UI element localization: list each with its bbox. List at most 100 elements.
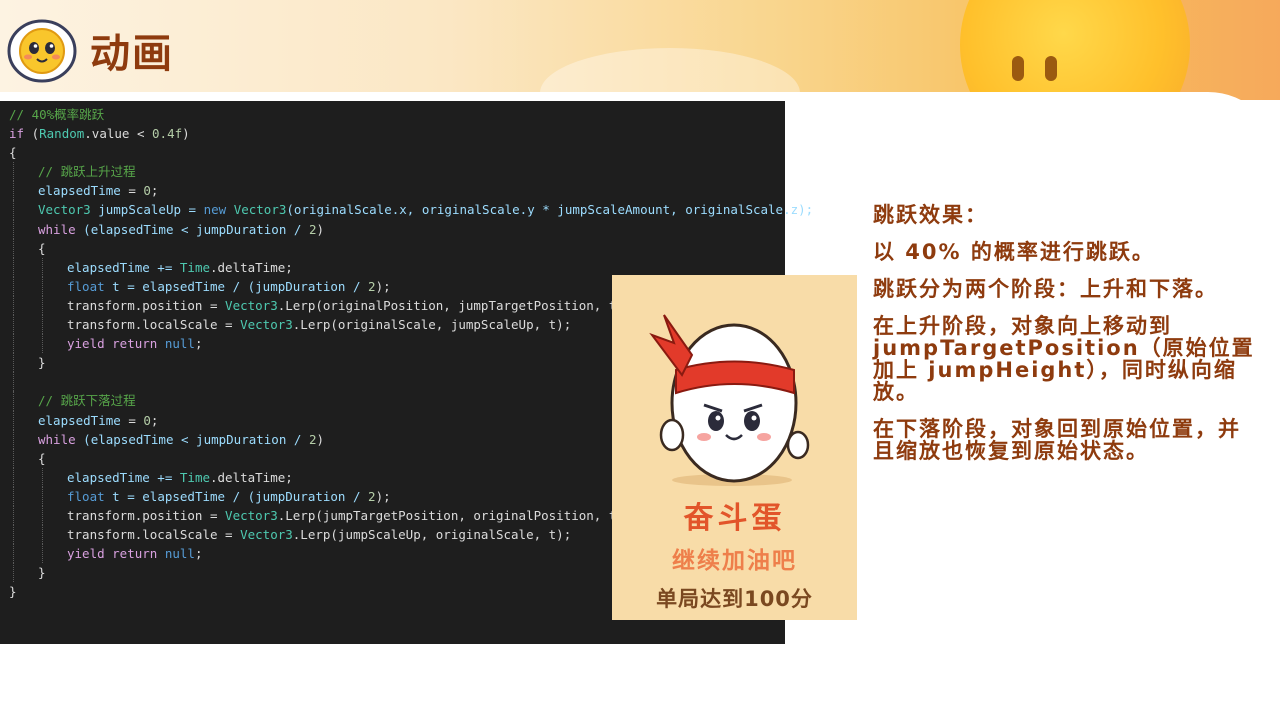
egg-caption-goal: 单局达到100分 <box>656 587 813 611</box>
code-token: ) <box>182 126 190 142</box>
egg-character-icon <box>649 314 810 486</box>
code-token: ; <box>150 412 159 428</box>
code-token: Vector3 <box>225 297 278 313</box>
indent-guide <box>13 429 14 449</box>
code-token: (elapsedTime < jumpDuration / <box>75 431 309 447</box>
code-token: Vector3 <box>225 507 278 523</box>
code-token: 2 <box>368 488 376 504</box>
description-text: 跳跃效果： 以 40% 的概率进行跳跃。 跳跃分为两个阶段：上升和下落。 在上升… <box>873 204 1258 477</box>
code-token: transform.position = <box>67 507 226 523</box>
code-token: t = elapsedTime / (jumpDuration / <box>104 488 369 504</box>
page-title: 动画 <box>90 31 174 77</box>
code-token: .Lerp(jumpScaleUp, originalScale, t); <box>292 527 572 543</box>
code-token: elapsedTime += <box>67 469 180 485</box>
code-token: (elapsedTime < jumpDuration / <box>75 221 309 237</box>
indent-guide <box>42 467 43 487</box>
egg-caption-sub: 继续加油吧 <box>672 548 797 574</box>
mascot-left-eye <box>1012 56 1024 81</box>
code-token: // 跳跃上升过程 <box>38 164 136 180</box>
code-token: .Lerp(originalScale, jumpScaleUp, t); <box>292 317 572 333</box>
code-token: transform.position = <box>67 297 226 313</box>
code-token: Vector3 <box>240 317 293 333</box>
code-token: jumpScaleUp = <box>90 202 204 218</box>
indent-guide <box>13 334 14 354</box>
code-token: } <box>38 565 46 581</box>
indent-guide <box>13 505 14 526</box>
code-token: ( <box>24 126 40 142</box>
indent-guide <box>13 372 14 392</box>
indent-guide <box>13 486 14 506</box>
indent-guide <box>42 315 43 335</box>
code-token: while <box>38 431 76 447</box>
indent-guide <box>13 257 14 277</box>
code-token: Vector3 <box>38 202 91 218</box>
code-line: { <box>9 143 813 162</box>
code-token: elapsedTime += <box>67 259 180 275</box>
indent-guide <box>42 505 43 526</box>
indent-guide <box>13 295 14 316</box>
code-token: { <box>38 240 46 256</box>
code-token: while <box>38 221 76 237</box>
code-token: { <box>9 145 17 161</box>
code-token: // 跳跃下落过程 <box>38 393 136 409</box>
code-token: ) <box>316 221 324 237</box>
code-token: ); <box>375 278 391 294</box>
indent-guide <box>13 467 14 487</box>
code-token: Vector3 <box>233 202 287 218</box>
indent-guide <box>13 410 14 430</box>
indent-guide <box>13 448 14 468</box>
code-token: new <box>203 202 234 218</box>
code-token: Time <box>179 259 210 275</box>
code-line: while (elapsedTime < jumpDuration / 2) <box>9 219 813 239</box>
code-token: elapsedTime <box>38 183 121 199</box>
code-token: 0 <box>143 183 151 199</box>
code-token: ) <box>316 431 324 447</box>
indent-guide <box>13 544 14 564</box>
egg-caption-main: 奋斗蛋 <box>683 501 786 536</box>
code-token: = <box>120 183 144 199</box>
code-token: .value < <box>84 126 153 142</box>
code-token: 0.4f <box>152 126 183 142</box>
code-token: t = elapsedTime / (jumpDuration / <box>104 278 369 294</box>
code-token: ); <box>375 488 391 504</box>
code-token: 2 <box>368 278 376 294</box>
indent-guide <box>13 525 14 545</box>
code-token: Random <box>39 126 85 142</box>
indent-guide <box>42 486 43 506</box>
indent-guide <box>13 181 14 201</box>
code-token: if <box>9 126 25 142</box>
indent-guide <box>13 238 14 258</box>
code-token: (originalScale.x, originalScale.y * jump… <box>286 202 814 218</box>
indent-guide <box>42 544 43 564</box>
code-token: Time <box>179 469 210 485</box>
code-token: { <box>38 450 46 466</box>
indent-guide <box>13 353 14 373</box>
code-token: = <box>120 412 144 428</box>
indent-guide <box>13 563 14 583</box>
code-token: Vector3 <box>240 527 293 543</box>
indent-guide <box>13 219 14 239</box>
code-line: Vector3 jumpScaleUp = new Vector3(origin… <box>9 200 814 220</box>
code-token: ; <box>194 336 203 352</box>
header-banner <box>0 0 1280 100</box>
code-token: // 40%概率跳跃 <box>9 107 105 122</box>
code-token: } <box>38 355 46 371</box>
code-line: // 40%概率跳跃 <box>9 105 813 124</box>
code-token: elapsedTime <box>38 412 121 428</box>
code-token: .Lerp(originalPosition, jumpTargetPositi… <box>277 297 632 313</box>
indent-guide <box>42 257 43 277</box>
indent-guide <box>13 276 14 296</box>
code-token: .deltaTime; <box>210 259 293 275</box>
code-token: ; <box>150 183 159 199</box>
code-token: transform.localScale = <box>67 527 241 543</box>
indent-guide <box>13 162 14 182</box>
indent-guide <box>13 200 14 220</box>
code-token: float <box>67 488 105 504</box>
code-token: } <box>9 584 17 600</box>
code-token: null <box>164 336 195 352</box>
code-line: { <box>9 238 813 258</box>
code-token: .deltaTime; <box>210 469 293 485</box>
code-line: // 跳跃上升过程 <box>9 162 813 182</box>
indent-guide <box>42 334 43 354</box>
sun-mascot <box>960 0 1190 100</box>
